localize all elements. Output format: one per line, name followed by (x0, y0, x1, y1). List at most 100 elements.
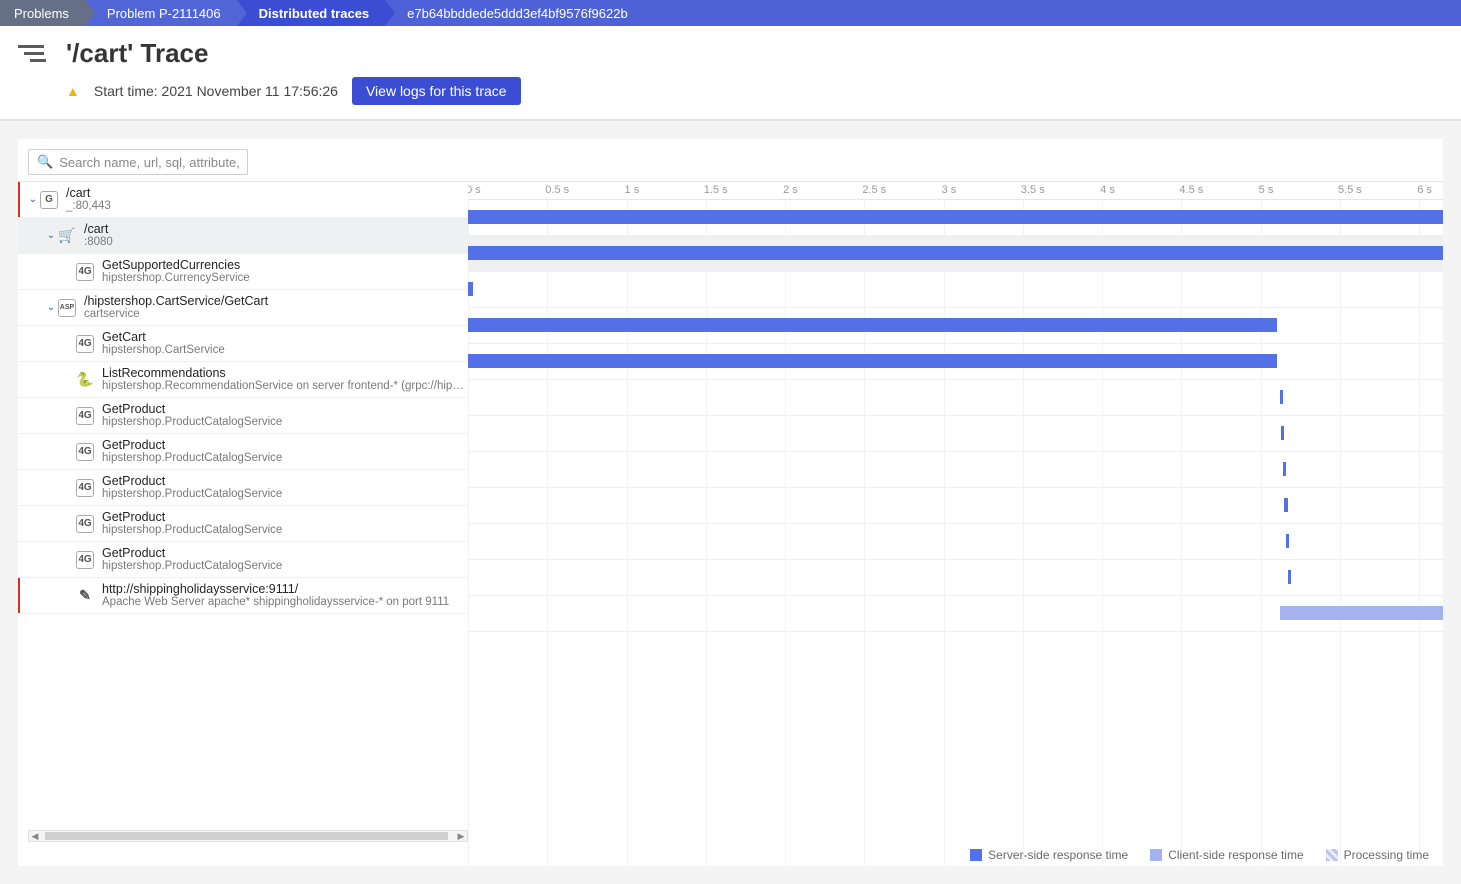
bar-row (468, 272, 1443, 308)
warning-icon: ▲ (66, 83, 80, 99)
axis-tick: 2.5 s (862, 184, 886, 196)
span-bar[interactable] (1286, 534, 1289, 548)
search-icon: 🔍 (37, 154, 53, 170)
span-name: http://shippingholidaysservice:9111/ (102, 582, 449, 596)
grpc-icon: 4G (76, 551, 94, 569)
span-bars (468, 200, 1443, 632)
span-bar[interactable] (1283, 462, 1286, 476)
span-row[interactable]: 4G GetProducthipstershop.ProductCatalogSe… (18, 434, 468, 470)
span-bar[interactable] (468, 210, 1443, 224)
span-subtitle: hipstershop.CurrencyService (102, 272, 250, 285)
span-name: GetProduct (102, 510, 282, 524)
span-row[interactable]: 4G GetSupportedCurrencieshipstershop.Curr… (18, 254, 468, 290)
span-bar[interactable] (1281, 426, 1284, 440)
span-subtitle: Apache Web Server apache* shippingholida… (102, 596, 449, 609)
axis-tick: 4 s (1100, 184, 1115, 196)
bar-row (468, 380, 1443, 416)
axis-tick: 1.5 s (704, 184, 728, 196)
span-bar[interactable] (468, 282, 473, 296)
breadcrumb-item[interactable]: Problem P-2111406 (85, 0, 237, 26)
span-subtitle: hipstershop.CartService (102, 344, 225, 357)
python-icon: 🐍 (76, 371, 94, 389)
start-time-label: Start time: 2021 November 11 17:56:26 (94, 83, 338, 99)
span-row[interactable]: 4G GetCarthipstershop.CartService (18, 326, 468, 362)
span-name: /hipstershop.CartService/GetCart (84, 294, 268, 308)
span-bar[interactable] (1280, 606, 1443, 620)
breadcrumb-item[interactable]: Distributed traces (237, 0, 386, 26)
span-name: GetSupportedCurrencies (102, 258, 250, 272)
span-bar[interactable] (1280, 390, 1283, 404)
expand-caret-icon[interactable]: ⌄ (26, 194, 40, 205)
scroll-right-icon[interactable]: ▶ (455, 831, 467, 842)
span-name: GetProduct (102, 438, 282, 452)
span-row[interactable]: 4GGetProducthipstershop.ProductCatalogSe… (18, 506, 468, 542)
span-bar[interactable] (1284, 498, 1287, 512)
time-axis: 0 s0.5 s1 s1.5 s2 s2.5 s3 s3.5 s4 s4.5 s… (468, 182, 1443, 200)
view-logs-button[interactable]: View logs for this trace (352, 77, 521, 105)
span-row[interactable]: 4GGetProducthipstershop.ProductCatalogSe… (18, 470, 468, 506)
span-row[interactable]: ⌄🛒/cart:8080 (18, 218, 468, 254)
span-bar[interactable] (468, 354, 1277, 368)
bar-row (468, 200, 1443, 236)
span-subtitle: hipstershop.ProductCatalogService (102, 560, 282, 573)
legend-processing: Processing time (1326, 848, 1429, 862)
horizontal-scrollbar[interactable]: ◀ ▶ (28, 830, 468, 842)
span-row[interactable]: ⌄G/cart_:80,443 (18, 182, 468, 218)
expand-caret-icon[interactable]: ⌄ (44, 302, 58, 313)
bar-row (468, 524, 1443, 560)
span-bar[interactable] (468, 246, 1443, 260)
bar-row (468, 452, 1443, 488)
span-subtitle: hipstershop.RecommendationService on ser… (102, 380, 468, 393)
grpc-icon: 4G (76, 515, 94, 533)
span-name: ListRecommendations (102, 366, 468, 380)
content-area: 🔍 ⌄G/cart_:80,443⌄🛒/cart:8080 4G GetSuppor… (0, 121, 1461, 884)
span-bar[interactable] (1288, 570, 1291, 584)
span-row[interactable]: ✎ http://shippingholidaysservice:9111/Apa… (18, 578, 468, 614)
google-cloud-icon: G (40, 191, 58, 209)
breadcrumb-item[interactable]: Problems (0, 0, 85, 26)
span-name: GetProduct (102, 474, 282, 488)
expand-caret-icon[interactable]: ⌄ (44, 230, 58, 241)
legend: Server-side response time Client-side re… (970, 848, 1429, 862)
apache-icon: ✎ (76, 587, 94, 605)
span-subtitle: hipstershop.ProductCatalogService (102, 416, 282, 429)
error-marker (18, 578, 20, 613)
grpc-icon: 4G (76, 263, 94, 281)
grpc-icon: 4G (76, 443, 94, 461)
search-box[interactable]: 🔍 (28, 149, 248, 175)
span-row[interactable]: 4G GetProducthipstershop.ProductCatalogSe… (18, 542, 468, 578)
grpc-icon: 4G (76, 479, 94, 497)
breadcrumb-item[interactable]: e7b64bbddede5ddd3ef4bf9576f9622b (385, 0, 644, 26)
span-name: GetProduct (102, 546, 282, 560)
span-name: /cart (66, 186, 111, 200)
axis-tick: 3 s (942, 184, 957, 196)
scroll-left-icon[interactable]: ◀ (29, 831, 41, 842)
legend-server: Server-side response time (970, 848, 1128, 862)
span-name: GetCart (102, 330, 225, 344)
aspnet-icon: ASP (58, 299, 76, 317)
span-row[interactable]: ⌄ASP/hipstershop.CartService/GetCartcart… (18, 290, 468, 326)
trace-panel: 🔍 ⌄G/cart_:80,443⌄🛒/cart:8080 4G GetSuppor… (18, 139, 1443, 866)
bar-row (468, 560, 1443, 596)
page-title: '/cart' Trace (66, 38, 208, 69)
span-subtitle: hipstershop.ProductCatalogService (102, 452, 282, 465)
axis-tick: 4.5 s (1179, 184, 1203, 196)
grpc-icon: 4G (76, 335, 94, 353)
bar-row (468, 344, 1443, 380)
axis-tick: 6 s (1417, 184, 1432, 196)
bar-row (468, 308, 1443, 344)
axis-tick: 2 s (783, 184, 798, 196)
span-subtitle: :8080 (84, 236, 113, 249)
bar-row (468, 236, 1443, 272)
search-input[interactable] (59, 155, 239, 170)
span-name: /cart (84, 222, 113, 236)
bar-row (468, 416, 1443, 452)
axis-tick: 5.5 s (1338, 184, 1362, 196)
span-subtitle: cartservice (84, 308, 268, 321)
span-bar[interactable] (468, 318, 1277, 332)
span-row[interactable]: 4GGetProducthipstershop.ProductCatalogSe… (18, 398, 468, 434)
bar-row (468, 596, 1443, 632)
scroll-thumb[interactable] (45, 832, 448, 840)
span-list: ⌄G/cart_:80,443⌄🛒/cart:8080 4G GetSupporte… (18, 182, 468, 866)
span-row[interactable]: 🐍 ListRecommendationshipstershop.Recommen… (18, 362, 468, 398)
